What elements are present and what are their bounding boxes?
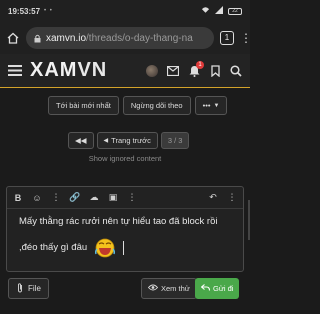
send-reply-button[interactable]: Gửi đi xyxy=(195,278,240,299)
preview-button[interactable]: Xem thử xyxy=(141,278,197,299)
browser-toolbar: xamvn.io/threads/o-day-thang-na 1 ⋮ xyxy=(0,22,252,54)
site-header: XAMVN 1 xyxy=(0,54,250,88)
search-icon[interactable] xyxy=(230,64,242,77)
conversations-icon[interactable] xyxy=(167,65,179,77)
url-host: xamvn.io xyxy=(46,32,87,44)
status-bar: 19:53:57 • • 22 xyxy=(0,0,250,22)
editor-toolbar: B ☺ ⋮ 🔗 ☁ ▣ ⋮ ↶ ⋮ xyxy=(7,187,243,209)
paperclip-icon xyxy=(16,282,24,295)
laughing-emoji-icon xyxy=(95,238,116,258)
signal-icon xyxy=(215,6,223,16)
header-icons: 1 xyxy=(146,60,242,77)
hamburger-menu-icon[interactable] xyxy=(8,65,22,76)
alert-count-badge: 1 xyxy=(196,60,204,69)
image-icon[interactable]: ▣ xyxy=(108,192,118,203)
eye-icon xyxy=(147,284,159,293)
bookmarks-icon[interactable] xyxy=(209,64,221,77)
insert-icon[interactable]: ⋮ xyxy=(127,192,137,203)
first-page-button[interactable]: ◀◀ xyxy=(68,132,94,149)
tab-switcher-button[interactable]: 1 xyxy=(220,31,234,45)
more-actions-button[interactable]: ••• ▼ xyxy=(194,96,228,115)
battery-icon: 22 xyxy=(228,7,242,15)
chevron-down-icon: ▼ xyxy=(213,102,220,109)
alerts-bell-icon[interactable]: 1 xyxy=(188,60,204,77)
show-ignored-link[interactable]: Show ignored content xyxy=(0,154,250,163)
page-indicator: 3 / 3 xyxy=(160,132,190,149)
link-icon[interactable]: 🔗 xyxy=(69,192,80,203)
double-arrow-left-icon: ◀◀ xyxy=(75,136,87,145)
pagination: ◀◀ ◀ Trang trước 3 / 3 xyxy=(68,132,190,149)
wifi-icon xyxy=(201,6,210,16)
reply-editor[interactable]: B ☺ ⋮ 🔗 ☁ ▣ ⋮ ↶ ⋮ Mấy thằng rác rưởi nên… xyxy=(6,186,244,272)
emoji-icon[interactable]: ☺ xyxy=(32,193,42,203)
unwatch-button[interactable]: Ngừng dõi theo xyxy=(122,96,191,115)
arrow-left-icon: ◀ xyxy=(103,138,109,144)
avatar[interactable] xyxy=(146,64,158,77)
prev-page-button[interactable]: ◀ Trang trước xyxy=(96,132,158,149)
clock: 19:53:57 xyxy=(8,6,41,16)
attach-file-button[interactable]: File xyxy=(8,278,49,299)
upload-icon[interactable]: ☁ xyxy=(89,192,99,203)
thread-actions: Tới bài mới nhất Ngừng dõi theo ••• ▼ xyxy=(48,96,228,115)
reply-arrow-icon xyxy=(200,284,211,293)
site-logo[interactable]: XAMVN xyxy=(30,59,107,82)
jump-to-latest-button[interactable]: Tới bài mới nhất xyxy=(48,96,119,115)
page-scrollbar[interactable] xyxy=(248,200,250,240)
home-icon[interactable] xyxy=(6,31,20,45)
editor-footer: File Xem thử Gửi đi xyxy=(0,278,250,302)
status-icons: 22 xyxy=(201,6,242,16)
undo-icon[interactable]: ↶ xyxy=(208,192,218,203)
address-bar[interactable]: xamvn.io/threads/o-day-thang-na xyxy=(26,27,214,49)
editor-line-1: Mấy thằng rác rưởi nên tự hiểu tao đã bl… xyxy=(19,216,218,227)
url-path: /threads/o-day-thang-na xyxy=(86,32,193,44)
text-cursor xyxy=(123,241,125,255)
editor-menu-icon[interactable]: ⋮ xyxy=(227,192,237,203)
bold-icon[interactable]: B xyxy=(13,193,23,203)
more-options-icon[interactable]: ⋮ xyxy=(51,192,61,203)
lock-icon xyxy=(34,34,41,43)
notification-dots: • • xyxy=(44,8,53,14)
browser-menu-icon[interactable]: ⋮ xyxy=(240,32,252,44)
editor-line-2: ,đéo thấy gì đâu xyxy=(19,242,88,253)
editor-content[interactable]: Mấy thằng rác rưởi nên tự hiểu tao đã bl… xyxy=(7,209,243,265)
